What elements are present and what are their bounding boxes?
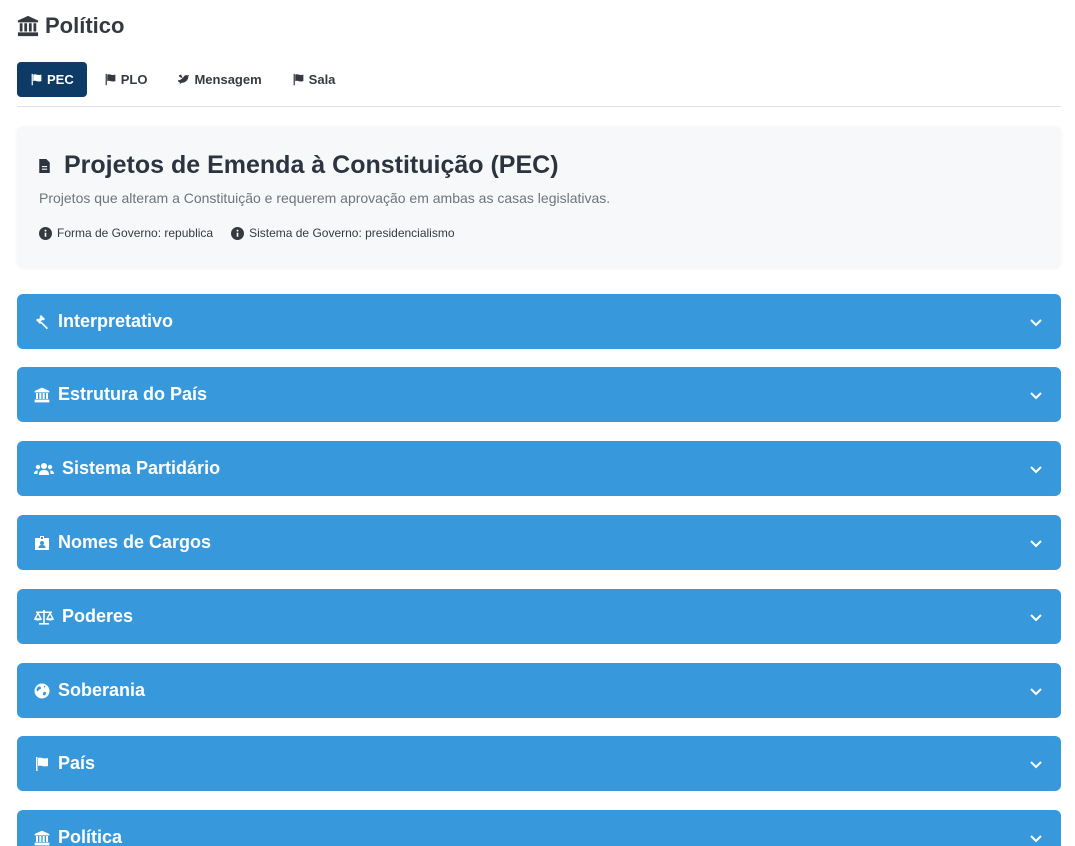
meta-sistema-governo: Sistema de Governo: presidencialismo [231, 226, 455, 240]
chevron-down-icon [1030, 318, 1042, 326]
meta-label: Sistema de Governo: presidencialismo [249, 226, 455, 240]
accordion-poderes[interactable]: Poderes [17, 589, 1061, 644]
page-title-text: Político [45, 13, 125, 38]
tab-label: PEC [47, 72, 74, 87]
accordion-interpretativo[interactable]: Interpretativo [17, 294, 1061, 349]
info-circle-icon [39, 226, 52, 240]
tab-sala[interactable]: Sala [279, 62, 349, 97]
chevron-down-icon [1030, 391, 1042, 399]
landmark-icon [34, 830, 50, 846]
chevron-down-icon [1030, 539, 1042, 547]
balance-scale-icon [34, 609, 54, 625]
meta-label: Forma de Governo: republica [57, 226, 214, 240]
chevron-down-icon [1030, 834, 1042, 842]
chevron-down-icon [1030, 613, 1042, 621]
tab-bar: PEC PLO Mensagem Sala [17, 62, 1061, 107]
id-badge-icon [34, 535, 50, 551]
landmark-icon [34, 387, 50, 403]
accordion-nomes-de-cargos[interactable]: Nomes de Cargos [17, 515, 1061, 570]
accordion-pais[interactable]: País [17, 736, 1061, 791]
dove-icon [178, 74, 190, 85]
accordion-sistema-partidario[interactable]: Sistema Partidário [17, 441, 1061, 496]
tab-label: Mensagem [194, 72, 262, 87]
flag-icon [293, 73, 304, 86]
meta-forma-governo: Forma de Governo: republica [39, 226, 213, 240]
accordion-politica[interactable]: Política [17, 810, 1061, 846]
accordion-label: Soberania [58, 680, 146, 700]
accordion-label: Estrutura do País [58, 384, 208, 404]
gavel-icon [34, 314, 50, 330]
accordion-estrutura-do-pais[interactable]: Estrutura do País [17, 367, 1061, 422]
flag-icon [105, 73, 116, 86]
accordion-label: Política [58, 827, 123, 846]
section-heading: Projetos de Emenda à Constituição (PEC) [39, 151, 559, 180]
tab-label: Sala [308, 72, 336, 87]
accordion-label: País [58, 753, 96, 773]
accordion-soberania[interactable]: Soberania [17, 663, 1061, 718]
accordion-label: Nomes de Cargos [58, 532, 212, 552]
chevron-down-icon [1030, 465, 1042, 473]
flag-icon [31, 73, 42, 86]
chevron-down-icon [1030, 760, 1042, 768]
landmark-icon [17, 15, 39, 37]
accordion-label: Sistema Partidário [62, 458, 221, 478]
tab-label: PLO [120, 72, 148, 87]
info-circle-icon [231, 226, 245, 240]
tab-plo[interactable]: PLO [91, 62, 161, 97]
tab-pec[interactable]: PEC [17, 62, 87, 97]
file-icon [39, 158, 50, 173]
pec-header-card: Projetos de Emenda à Constituição (PEC) … [17, 126, 1061, 267]
accordion-label: Poderes [62, 606, 134, 626]
accordion-label: Interpretativo [58, 311, 174, 331]
globe-icon [34, 683, 50, 699]
flag-icon [34, 756, 50, 772]
chevron-down-icon [1030, 687, 1042, 695]
section-description: Projetos que alteram a Constituição e re… [39, 190, 611, 206]
users-icon [34, 461, 54, 477]
page-title: Político [17, 11, 124, 41]
government-meta: Forma de Governo: republica Sistema de G… [39, 226, 455, 240]
tab-mensagem[interactable]: Mensagem [164, 62, 274, 97]
section-heading-text: Projetos de Emenda à Constituição (PEC) [64, 151, 559, 179]
